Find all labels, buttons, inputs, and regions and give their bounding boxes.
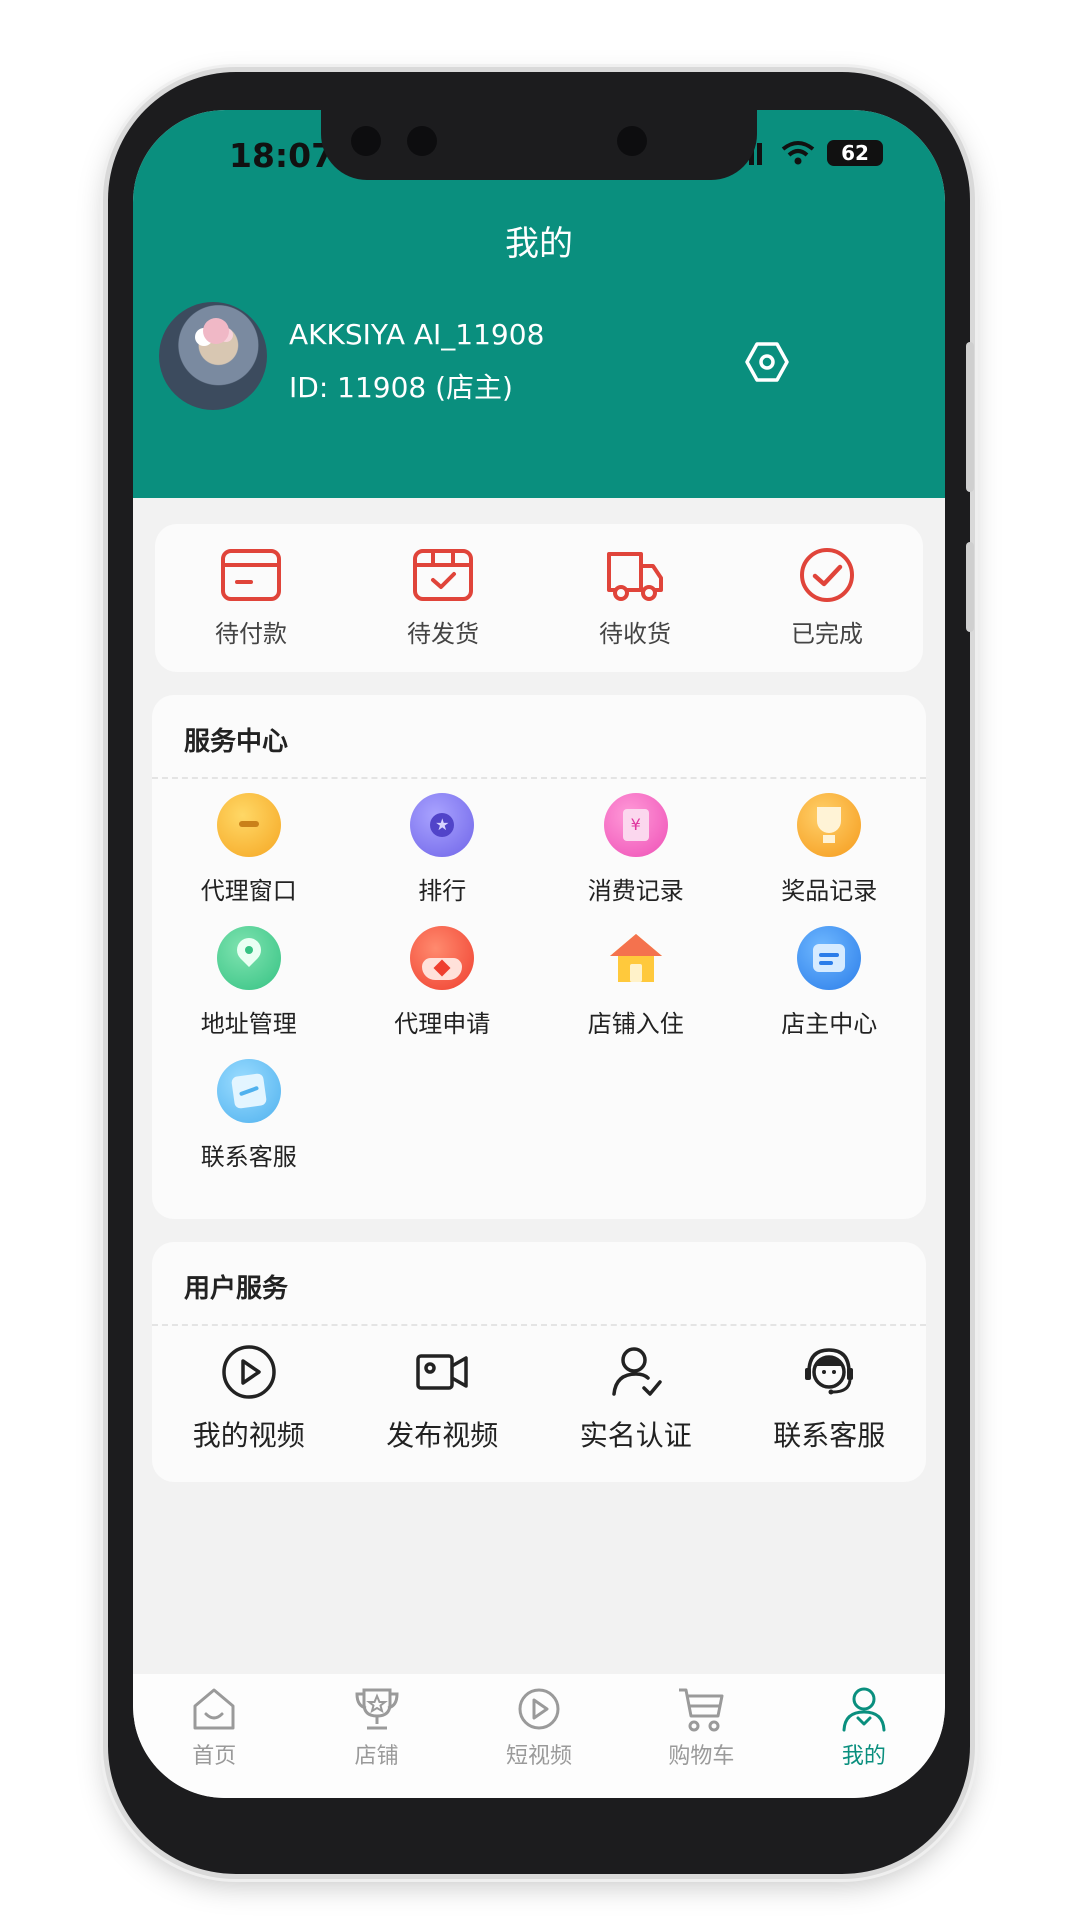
package-icon <box>413 549 473 601</box>
location-pin-icon <box>216 926 281 990</box>
front-camera <box>351 126 381 156</box>
service-label: 排行 <box>418 877 467 905</box>
user-services-grid: 我的视频 发布视频 实名认证 联系客服 <box>152 1342 926 1454</box>
user-service-label: 我的视频 <box>192 1419 305 1452</box>
user-id: ID: 11908 (店主) <box>289 371 513 404</box>
sensor <box>407 126 437 156</box>
delivery-truck-icon <box>607 552 663 601</box>
order-pending-shipment[interactable]: 待发货 <box>347 524 539 672</box>
service-label: 店主中心 <box>781 1010 878 1038</box>
divider <box>152 777 926 779</box>
ranking-medal-icon: ★ <box>410 793 475 857</box>
tab-label: 首页 <box>192 1744 237 1769</box>
play-circle-icon <box>222 1345 276 1399</box>
user-service-label: 实名认证 <box>579 1419 692 1452</box>
user-service-label: 发布视频 <box>386 1419 499 1452</box>
sensor <box>617 126 647 156</box>
service-label: 奖品记录 <box>781 877 878 905</box>
contact-service-icon <box>216 1059 281 1123</box>
wifi-icon <box>781 141 815 165</box>
service-address-management[interactable]: 地址管理 <box>152 926 346 1039</box>
profile-icon <box>842 1687 886 1732</box>
store-house-icon <box>609 934 662 982</box>
order-label: 已完成 <box>791 620 863 648</box>
video-camera-icon <box>416 1354 468 1390</box>
home-icon <box>193 1688 235 1730</box>
username: AKKSIYA AI_11908 <box>289 318 545 351</box>
tab-cart[interactable]: 购物车 <box>620 1674 782 1798</box>
service-prize-record[interactable]: 奖品记录 <box>733 793 927 906</box>
my-videos-button[interactable]: 我的视频 <box>152 1342 346 1454</box>
power-button <box>966 542 974 632</box>
status-icons: 62 <box>749 140 883 166</box>
tab-label: 店铺 <box>354 1744 399 1769</box>
page-title: 我的 <box>505 224 573 264</box>
tab-label: 我的 <box>841 1744 886 1769</box>
status-time: 18:07 <box>229 136 335 175</box>
service-label: 代理窗口 <box>200 877 297 905</box>
spending-record-icon: ¥ <box>603 793 668 857</box>
volume-button <box>966 342 974 492</box>
agent-window-icon <box>216 793 281 857</box>
order-status-card: 待付款 待发货 待收货 已完成 <box>155 524 923 672</box>
customer-service-button[interactable]: 联系客服 <box>733 1342 927 1454</box>
real-name-verify-button[interactable]: 实名认证 <box>539 1342 733 1454</box>
service-store-join[interactable]: 店铺入住 <box>539 926 733 1039</box>
tab-label: 购物车 <box>668 1744 735 1769</box>
owner-center-icon <box>797 926 862 990</box>
publish-video-button[interactable]: 发布视频 <box>346 1342 540 1454</box>
order-label: 待发货 <box>407 620 479 648</box>
section-title: 用户服务 <box>184 1274 289 1304</box>
service-owner-center[interactable]: 店主中心 <box>733 926 927 1039</box>
check-circle-icon <box>800 548 854 602</box>
phone-screen: 18:07 62 我的 AKKSIYA AI_11908 ID: 11908 (… <box>133 110 945 1798</box>
order-label: 待付款 <box>215 620 287 648</box>
service-agent-window[interactable]: 代理窗口 <box>152 793 346 906</box>
agent-apply-icon <box>410 926 475 990</box>
tab-home[interactable]: 首页 <box>133 1674 295 1798</box>
settings-icon[interactable] <box>743 338 791 386</box>
service-label: 联系客服 <box>200 1143 297 1171</box>
service-label: 店铺入住 <box>587 1010 684 1038</box>
order-pending-payment[interactable]: 待付款 <box>155 524 347 672</box>
service-grid: 代理窗口 ★ 排行 ¥ 消费记录 奖品记录 地址管理 代理申请 店铺入住 店主中… <box>152 793 926 1172</box>
order-label: 待收货 <box>599 620 671 648</box>
user-services-card: 用户服务 我的视频 发布视频 实名认证 联系客服 <box>152 1242 926 1482</box>
service-label: 代理申请 <box>394 1010 491 1038</box>
headset-agent-icon <box>805 1348 854 1395</box>
tab-short-video[interactable]: 短视频 <box>458 1674 620 1798</box>
service-agent-apply[interactable]: 代理申请 <box>346 926 540 1039</box>
service-contact[interactable]: 联系客服 <box>152 1059 346 1172</box>
short-video-icon <box>518 1688 560 1730</box>
battery-icon: 62 <box>827 140 883 166</box>
tab-label: 短视频 <box>506 1744 573 1769</box>
store-trophy-icon <box>355 1688 399 1730</box>
user-verified-icon <box>612 1347 662 1396</box>
order-completed[interactable]: 已完成 <box>731 524 923 672</box>
service-label: 地址管理 <box>200 1010 297 1038</box>
trophy-icon <box>797 793 862 857</box>
service-center-card: 服务中心 代理窗口 ★ 排行 ¥ 消费记录 奖品记录 地址管理 代理申请 店铺入… <box>152 695 926 1219</box>
wallet-icon <box>221 549 281 601</box>
profile-section: AKKSIYA AI_11908 ID: 11908 (店主) <box>159 302 919 412</box>
divider <box>152 1324 926 1326</box>
avatar[interactable] <box>159 302 267 410</box>
cart-icon <box>679 1688 724 1732</box>
profile-header: 18:07 62 我的 AKKSIYA AI_11908 ID: 11908 (… <box>133 110 945 498</box>
order-pending-receipt[interactable]: 待收货 <box>539 524 731 672</box>
tab-store[interactable]: 店铺 <box>295 1674 457 1798</box>
service-spending-record[interactable]: ¥ 消费记录 <box>539 793 733 906</box>
bottom-tab-bar: 首页 店铺 短视频 购物车 我的 <box>133 1674 945 1798</box>
tab-profile[interactable]: 我的 <box>783 1674 945 1798</box>
user-service-label: 联系客服 <box>773 1419 886 1452</box>
camera-notch <box>321 110 757 180</box>
service-ranking[interactable]: ★ 排行 <box>346 793 540 906</box>
section-title: 服务中心 <box>184 727 289 757</box>
service-label: 消费记录 <box>587 877 684 905</box>
